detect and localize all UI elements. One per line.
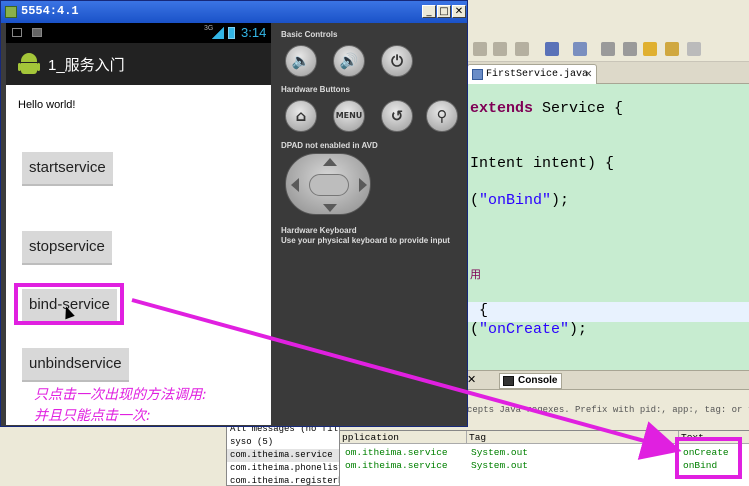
annotation-text: 并且只能点击一次: [34,408,151,424]
annotation-text: 只点击一次出现的方法调用: [34,387,207,403]
